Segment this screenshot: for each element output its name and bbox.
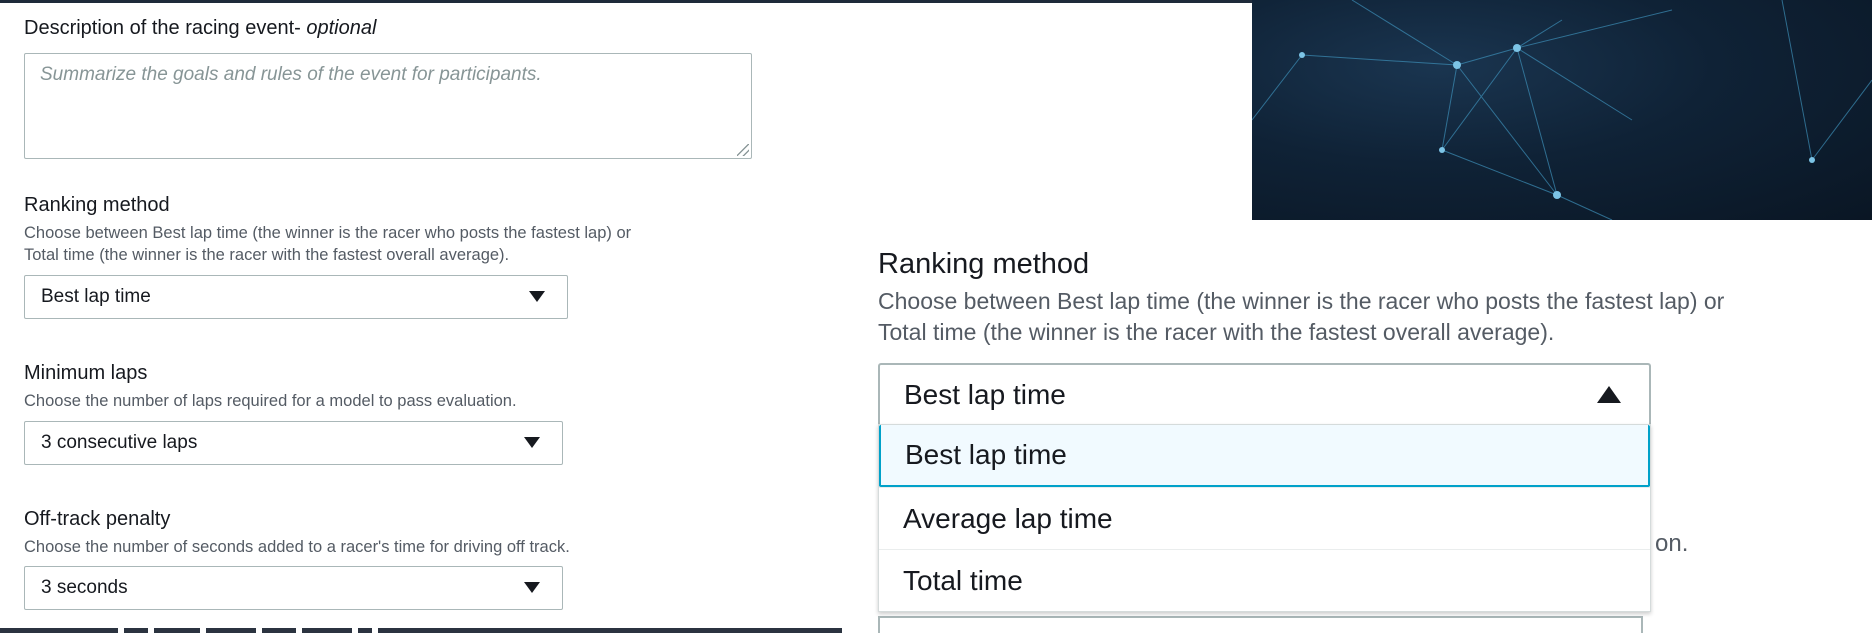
obscured-hint-fragment: on. (1651, 530, 1689, 558)
description-placeholder: Summarize the goals and rules of the eve… (40, 64, 542, 85)
zoom-ranking-method-value: Best lap time (904, 378, 1066, 410)
minimum-laps-value: 3 consecutive laps (41, 432, 198, 453)
zoom-hint-line1: Choose between Best lap time (the winner… (878, 288, 1725, 314)
dropdown-option-best-lap-time[interactable]: Best lap time (879, 425, 1650, 487)
ranking-method-label: Ranking method (24, 194, 170, 216)
obscured-select-edge (878, 616, 1643, 633)
chevron-down-icon (524, 582, 540, 593)
ranking-method-value: Best lap time (41, 286, 151, 307)
race-settings-form: Description of the racing event- optiona… (0, 0, 880, 633)
zoom-ranking-method-label: Ranking method (878, 248, 1090, 280)
network-background-image (1252, 0, 1872, 220)
description-label-text: Description of the racing event- (24, 17, 307, 39)
description-label: Description of the racing event- optiona… (24, 17, 376, 40)
ranking-hint-line2: Total time (the winner is the racer with… (24, 246, 510, 264)
ranking-method-dropdown-menu: Best lap time Average lap time Total tim… (878, 424, 1651, 612)
zoom-ranking-method-select[interactable]: Best lap time (878, 363, 1651, 424)
ranking-method-zoom-callout: Ranking method Choose between Best lap t… (878, 248, 1872, 633)
network-graph-icon (1252, 0, 1872, 220)
zoom-ranking-method-hint: Choose between Best lap time (the winner… (878, 286, 1872, 348)
offtrack-penalty-label: Off-track penalty (24, 508, 171, 530)
ranking-method-select[interactable]: Best lap time (24, 275, 568, 319)
dropdown-option-average-lap-time[interactable]: Average lap time (879, 487, 1650, 549)
optional-tag: optional (306, 17, 377, 39)
minimum-laps-label: Minimum laps (24, 362, 148, 384)
ranking-method-hint: Choose between Best lap time (the winner… (24, 222, 631, 266)
resize-handle-icon[interactable] (737, 144, 749, 156)
minimum-laps-select[interactable]: 3 consecutive laps (24, 421, 563, 465)
offtrack-penalty-select[interactable]: 3 seconds (24, 566, 563, 610)
chevron-down-icon (524, 437, 540, 448)
offtrack-penalty-hint: Choose the number of seconds added to a … (24, 538, 570, 556)
chevron-down-icon (529, 291, 545, 302)
minimum-laps-hint: Choose the number of laps required for a… (24, 392, 517, 410)
description-textarea[interactable]: Summarize the goals and rules of the eve… (24, 53, 752, 159)
dropdown-option-total-time[interactable]: Total time (879, 549, 1650, 611)
ranking-hint-line1: Choose between Best lap time (the winner… (24, 224, 632, 242)
chevron-up-icon (1597, 385, 1621, 403)
offtrack-penalty-value: 3 seconds (41, 577, 128, 598)
zoom-hint-line2: Total time (the winner is the racer with… (878, 319, 1555, 345)
next-section-edge (0, 628, 842, 633)
